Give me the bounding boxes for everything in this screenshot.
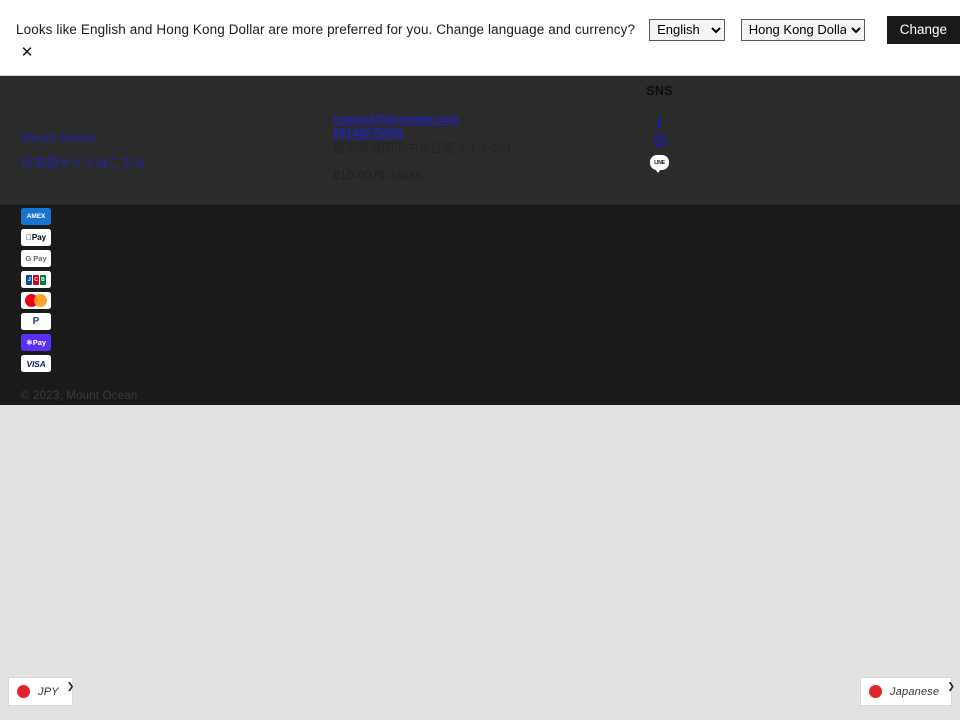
footer-link-brand[interactable]: Mount Ocean bbox=[21, 126, 301, 151]
currency-selector-floating[interactable]: JPY ❯ bbox=[8, 677, 75, 706]
jcb-icon: JCB bbox=[21, 271, 51, 288]
notice-row: Looks like English and Hong Kong Dollar … bbox=[0, 0, 960, 44]
japan-flag-icon bbox=[869, 685, 882, 698]
sns-title: SNS bbox=[646, 84, 673, 98]
instagram-icon[interactable] bbox=[654, 135, 665, 146]
japan-flag-icon bbox=[17, 685, 30, 698]
footer-sns-column: SNS f LINE bbox=[612, 84, 707, 173]
shop-pay-label: Pay bbox=[32, 338, 47, 347]
language-select[interactable]: English bbox=[649, 18, 725, 41]
footer-link-japanese-site[interactable]: 日本語サイトはこちら bbox=[21, 151, 301, 176]
footer-lower: AMEX  Pay G Pay JCB P ⚛Pay VISA © 2023,… bbox=[0, 205, 960, 405]
notice-message: Looks like English and Hong Kong Dollar … bbox=[16, 22, 636, 38]
payment-methods-list: AMEX  Pay G Pay JCB P ⚛Pay VISA bbox=[21, 208, 51, 372]
currency-selector-label: JPY bbox=[38, 685, 59, 698]
visa-icon: VISA bbox=[21, 355, 51, 372]
mastercard-icon bbox=[21, 292, 51, 309]
footer-contact-column: contact@itoyamat.com 09140075989 福岡県福岡市中… bbox=[333, 114, 613, 182]
line-icon-label: LINE bbox=[654, 159, 665, 166]
contact-postal: 810-0076 Japan bbox=[333, 168, 423, 182]
paypal-icon: P bbox=[21, 313, 51, 330]
change-button[interactable]: Change bbox=[886, 16, 960, 44]
language-selector-floating[interactable]: Japanese ❯ bbox=[860, 677, 955, 706]
chevron-right-icon: ❯ bbox=[947, 681, 955, 691]
close-icon[interactable]: ✕ bbox=[18, 44, 36, 62]
language-currency-notice-bar: Looks like English and Hong Kong Dollar … bbox=[0, 0, 960, 76]
apple-pay-icon:  Pay bbox=[21, 229, 51, 246]
amex-icon: AMEX bbox=[21, 208, 51, 225]
apple-pay-label: Pay bbox=[28, 233, 46, 242]
google-pay-icon: G Pay bbox=[21, 250, 51, 267]
contact-address-jp: 福岡県福岡市中央区港 2-1-7-201 bbox=[333, 141, 513, 155]
shop-pay-icon: ⚛ Pay bbox=[21, 334, 51, 351]
line-icon[interactable]: LINE bbox=[650, 155, 669, 173]
facebook-icon[interactable]: f bbox=[657, 118, 662, 132]
copyright-text: © 2023, Mount Ocean bbox=[21, 390, 138, 402]
language-selector-label: Japanese bbox=[890, 685, 940, 698]
contact-phone-link[interactable]: 09140075989 bbox=[333, 128, 613, 142]
footer-brand-column: Mount Ocean 日本語サイトはこちら bbox=[21, 126, 301, 176]
footer-upper: Mount Ocean 日本語サイトはこちら contact@itoyamat.… bbox=[0, 76, 960, 205]
sns-icon-list: f LINE bbox=[612, 118, 707, 173]
contact-email-link[interactable]: contact@itoyamat.com bbox=[333, 114, 613, 128]
currency-select[interactable]: Hong Kong Dollar bbox=[740, 18, 865, 41]
chevron-right-icon: ❯ bbox=[66, 681, 75, 691]
